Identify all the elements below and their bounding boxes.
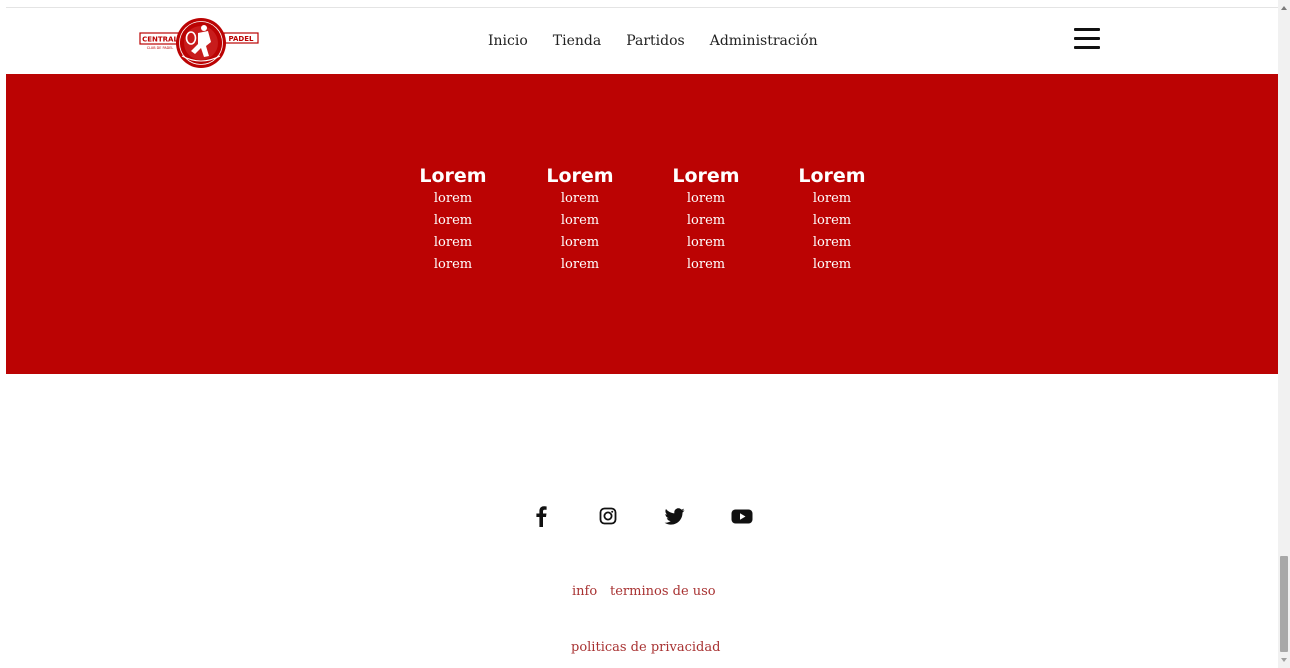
footer-link-info[interactable]: info bbox=[572, 584, 597, 599]
info-column-4: Lorem lorem lorem lorem lorem bbox=[782, 164, 882, 276]
column-item[interactable]: lorem bbox=[782, 232, 882, 254]
instagram-icon[interactable] bbox=[599, 505, 617, 527]
site-header: CENTRAL CLUB DE PADEL PADEL Inicio Tiend… bbox=[6, 8, 1278, 74]
scrollbar-thumb[interactable] bbox=[1280, 556, 1288, 652]
svg-text:CENTRAL: CENTRAL bbox=[142, 36, 178, 44]
page-viewport: CENTRAL CLUB DE PADEL PADEL Inicio Tiend… bbox=[0, 0, 1278, 668]
column-item[interactable]: lorem bbox=[403, 188, 503, 210]
column-item[interactable]: lorem bbox=[656, 210, 756, 232]
main-nav: Inicio Tienda Partidos Administración bbox=[488, 32, 843, 50]
club-logo[interactable]: CENTRAL CLUB DE PADEL PADEL bbox=[138, 16, 262, 70]
footer-link-privacy[interactable]: politicas de privacidad bbox=[571, 640, 720, 655]
facebook-icon[interactable] bbox=[535, 505, 547, 527]
scroll-down-arrow-icon[interactable] bbox=[1278, 654, 1290, 668]
info-column-2: Lorem lorem lorem lorem lorem bbox=[530, 164, 630, 276]
column-item[interactable]: lorem bbox=[530, 210, 630, 232]
column-title: Lorem bbox=[419, 165, 487, 187]
column-item[interactable]: lorem bbox=[656, 188, 756, 210]
nav-inicio[interactable]: Inicio bbox=[488, 32, 528, 50]
column-title: Lorem bbox=[672, 165, 740, 187]
column-item[interactable]: lorem bbox=[530, 232, 630, 254]
scroll-up-arrow-icon[interactable] bbox=[1278, 0, 1290, 14]
social-links bbox=[0, 505, 1278, 529]
column-item[interactable]: lorem bbox=[530, 254, 630, 276]
red-info-band: Lorem lorem lorem lorem lorem Lorem lore… bbox=[6, 74, 1278, 374]
nav-partidos[interactable]: Partidos bbox=[626, 32, 685, 50]
column-item[interactable]: lorem bbox=[782, 210, 882, 232]
column-item[interactable]: lorem bbox=[782, 188, 882, 210]
svg-text:CLUB DE PADEL: CLUB DE PADEL bbox=[147, 46, 174, 50]
info-column-3: Lorem lorem lorem lorem lorem bbox=[656, 164, 756, 276]
column-item[interactable]: lorem bbox=[656, 232, 756, 254]
hamburger-menu-icon[interactable] bbox=[1074, 28, 1100, 50]
svg-text:PADEL: PADEL bbox=[229, 35, 254, 43]
youtube-icon[interactable] bbox=[731, 505, 753, 527]
column-item[interactable]: lorem bbox=[530, 188, 630, 210]
nav-administracion[interactable]: Administración bbox=[710, 32, 818, 50]
nav-tienda[interactable]: Tienda bbox=[553, 32, 601, 50]
twitter-icon[interactable] bbox=[664, 505, 685, 527]
column-item[interactable]: lorem bbox=[782, 254, 882, 276]
page-scrollbar[interactable] bbox=[1278, 0, 1290, 668]
info-column-1: Lorem lorem lorem lorem lorem bbox=[403, 164, 503, 276]
column-item[interactable]: lorem bbox=[656, 254, 756, 276]
column-title: Lorem bbox=[546, 165, 614, 187]
column-title: Lorem bbox=[798, 165, 866, 187]
column-item[interactable]: lorem bbox=[403, 254, 503, 276]
column-item[interactable]: lorem bbox=[403, 210, 503, 232]
column-item[interactable]: lorem bbox=[403, 232, 503, 254]
footer-link-terms[interactable]: terminos de uso bbox=[610, 584, 716, 599]
